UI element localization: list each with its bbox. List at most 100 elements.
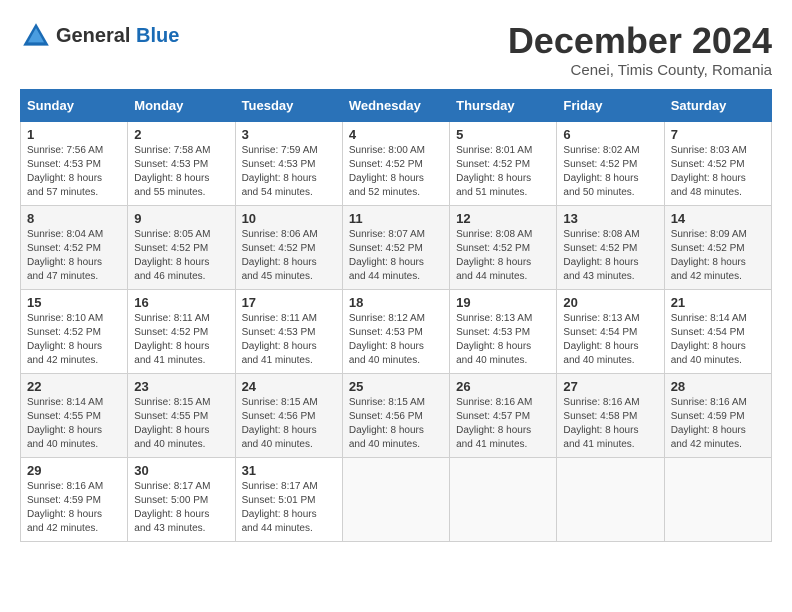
day-number: 30 [134,463,228,478]
day-info: Sunrise: 8:16 AM Sunset: 4:58 PM Dayligh… [563,396,657,452]
day-info: Sunrise: 8:17 AM Sunset: 5:01 PM Dayligh… [242,480,336,536]
day-number: 9 [134,211,228,226]
calendar-cell: 27 Sunrise: 8:16 AM Sunset: 4:58 PM Dayl… [557,374,664,458]
day-number: 24 [242,379,336,394]
day-header-sunday: Sunday [21,90,128,122]
calendar-cell: 22 Sunrise: 8:14 AM Sunset: 4:55 PM Dayl… [21,374,128,458]
calendar-cell: 14 Sunrise: 8:09 AM Sunset: 4:52 PM Dayl… [664,206,771,290]
calendar-cell: 18 Sunrise: 8:12 AM Sunset: 4:53 PM Dayl… [342,290,449,374]
location-subtitle: Cenei, Timis County, Romania [508,62,772,79]
calendar-week-row: 15 Sunrise: 8:10 AM Sunset: 4:52 PM Dayl… [21,290,772,374]
calendar-cell: 2 Sunrise: 7:58 AM Sunset: 4:53 PM Dayli… [128,122,235,206]
calendar-cell: 26 Sunrise: 8:16 AM Sunset: 4:57 PM Dayl… [450,374,557,458]
calendar-cell: 19 Sunrise: 8:13 AM Sunset: 4:53 PM Dayl… [450,290,557,374]
day-info: Sunrise: 8:15 AM Sunset: 4:56 PM Dayligh… [349,396,443,452]
calendar-week-row: 8 Sunrise: 8:04 AM Sunset: 4:52 PM Dayli… [21,206,772,290]
day-info: Sunrise: 8:10 AM Sunset: 4:52 PM Dayligh… [27,312,121,368]
day-info: Sunrise: 8:13 AM Sunset: 4:53 PM Dayligh… [456,312,550,368]
calendar-cell: 28 Sunrise: 8:16 AM Sunset: 4:59 PM Dayl… [664,374,771,458]
calendar-cell: 3 Sunrise: 7:59 AM Sunset: 4:53 PM Dayli… [235,122,342,206]
day-info: Sunrise: 8:05 AM Sunset: 4:52 PM Dayligh… [134,228,228,284]
calendar-cell: 13 Sunrise: 8:08 AM Sunset: 4:52 PM Dayl… [557,206,664,290]
day-info: Sunrise: 7:59 AM Sunset: 4:53 PM Dayligh… [242,144,336,200]
calendar-cell: 30 Sunrise: 8:17 AM Sunset: 5:00 PM Dayl… [128,458,235,542]
title-block: December 2024 Cenei, Timis County, Roman… [508,20,772,79]
day-info: Sunrise: 8:12 AM Sunset: 4:53 PM Dayligh… [349,312,443,368]
day-number: 3 [242,127,336,142]
day-number: 2 [134,127,228,142]
calendar-cell: 7 Sunrise: 8:03 AM Sunset: 4:52 PM Dayli… [664,122,771,206]
day-info: Sunrise: 8:04 AM Sunset: 4:52 PM Dayligh… [27,228,121,284]
day-number: 6 [563,127,657,142]
calendar-cell: 10 Sunrise: 8:06 AM Sunset: 4:52 PM Dayl… [235,206,342,290]
logo-blue-text: Blue [136,25,179,47]
day-header-saturday: Saturday [664,90,771,122]
day-info: Sunrise: 8:08 AM Sunset: 4:52 PM Dayligh… [456,228,550,284]
calendar-header-row: SundayMondayTuesdayWednesdayThursdayFrid… [21,90,772,122]
day-header-tuesday: Tuesday [235,90,342,122]
day-number: 13 [563,211,657,226]
day-number: 19 [456,295,550,310]
day-info: Sunrise: 8:00 AM Sunset: 4:52 PM Dayligh… [349,144,443,200]
day-info: Sunrise: 8:16 AM Sunset: 4:59 PM Dayligh… [671,396,765,452]
day-number: 10 [242,211,336,226]
logo-general-text: General [56,25,130,47]
calendar-cell: 15 Sunrise: 8:10 AM Sunset: 4:52 PM Dayl… [21,290,128,374]
day-number: 18 [349,295,443,310]
day-number: 23 [134,379,228,394]
calendar-cell: 9 Sunrise: 8:05 AM Sunset: 4:52 PM Dayli… [128,206,235,290]
day-number: 8 [27,211,121,226]
calendar-cell [342,458,449,542]
day-info: Sunrise: 8:14 AM Sunset: 4:54 PM Dayligh… [671,312,765,368]
day-number: 12 [456,211,550,226]
calendar-week-row: 29 Sunrise: 8:16 AM Sunset: 4:59 PM Dayl… [21,458,772,542]
day-info: Sunrise: 8:06 AM Sunset: 4:52 PM Dayligh… [242,228,336,284]
calendar-cell [557,458,664,542]
calendar-cell: 11 Sunrise: 8:07 AM Sunset: 4:52 PM Dayl… [342,206,449,290]
calendar-cell [664,458,771,542]
day-info: Sunrise: 8:16 AM Sunset: 4:59 PM Dayligh… [27,480,121,536]
day-number: 16 [134,295,228,310]
day-number: 31 [242,463,336,478]
day-number: 4 [349,127,443,142]
day-number: 22 [27,379,121,394]
day-number: 28 [671,379,765,394]
day-info: Sunrise: 8:07 AM Sunset: 4:52 PM Dayligh… [349,228,443,284]
logo-icon [20,20,52,52]
day-header-monday: Monday [128,90,235,122]
day-number: 21 [671,295,765,310]
calendar-cell: 5 Sunrise: 8:01 AM Sunset: 4:52 PM Dayli… [450,122,557,206]
day-number: 29 [27,463,121,478]
day-info: Sunrise: 8:01 AM Sunset: 4:52 PM Dayligh… [456,144,550,200]
day-number: 26 [456,379,550,394]
day-info: Sunrise: 8:02 AM Sunset: 4:52 PM Dayligh… [563,144,657,200]
day-number: 1 [27,127,121,142]
calendar-cell: 21 Sunrise: 8:14 AM Sunset: 4:54 PM Dayl… [664,290,771,374]
day-info: Sunrise: 8:03 AM Sunset: 4:52 PM Dayligh… [671,144,765,200]
calendar-cell: 16 Sunrise: 8:11 AM Sunset: 4:52 PM Dayl… [128,290,235,374]
day-header-friday: Friday [557,90,664,122]
day-info: Sunrise: 7:58 AM Sunset: 4:53 PM Dayligh… [134,144,228,200]
day-number: 7 [671,127,765,142]
day-header-thursday: Thursday [450,90,557,122]
day-number: 25 [349,379,443,394]
day-info: Sunrise: 8:09 AM Sunset: 4:52 PM Dayligh… [671,228,765,284]
calendar-cell: 20 Sunrise: 8:13 AM Sunset: 4:54 PM Dayl… [557,290,664,374]
day-info: Sunrise: 8:13 AM Sunset: 4:54 PM Dayligh… [563,312,657,368]
calendar-cell: 17 Sunrise: 8:11 AM Sunset: 4:53 PM Dayl… [235,290,342,374]
logo: General Blue [20,20,179,52]
calendar-cell: 23 Sunrise: 8:15 AM Sunset: 4:55 PM Dayl… [128,374,235,458]
calendar-week-row: 1 Sunrise: 7:56 AM Sunset: 4:53 PM Dayli… [21,122,772,206]
day-info: Sunrise: 8:08 AM Sunset: 4:52 PM Dayligh… [563,228,657,284]
calendar-cell: 8 Sunrise: 8:04 AM Sunset: 4:52 PM Dayli… [21,206,128,290]
day-info: Sunrise: 8:15 AM Sunset: 4:55 PM Dayligh… [134,396,228,452]
day-header-wednesday: Wednesday [342,90,449,122]
day-number: 17 [242,295,336,310]
calendar-cell: 4 Sunrise: 8:00 AM Sunset: 4:52 PM Dayli… [342,122,449,206]
calendar-cell: 12 Sunrise: 8:08 AM Sunset: 4:52 PM Dayl… [450,206,557,290]
day-info: Sunrise: 8:15 AM Sunset: 4:56 PM Dayligh… [242,396,336,452]
calendar-cell [450,458,557,542]
calendar-cell: 6 Sunrise: 8:02 AM Sunset: 4:52 PM Dayli… [557,122,664,206]
day-number: 27 [563,379,657,394]
day-info: Sunrise: 7:56 AM Sunset: 4:53 PM Dayligh… [27,144,121,200]
